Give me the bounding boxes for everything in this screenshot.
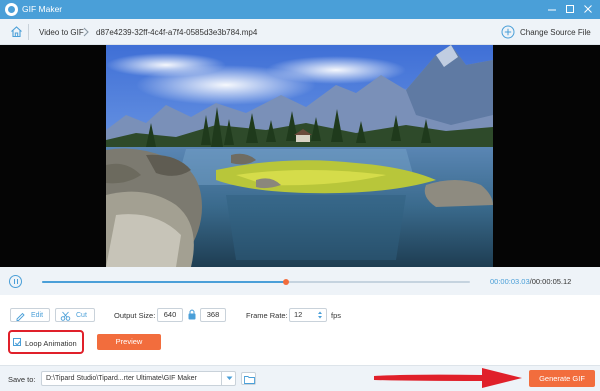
fps-label: fps <box>331 311 342 320</box>
chevron-right-icon <box>82 26 90 40</box>
seek-bar[interactable] <box>42 279 470 285</box>
lock-icon <box>188 309 196 320</box>
seek-progress <box>42 281 286 283</box>
loop-animation-checkbox[interactable] <box>13 338 22 346</box>
red-arrow-icon <box>372 365 524 391</box>
title-bar: GIF Maker <box>0 0 600 19</box>
plus-circle-icon <box>501 25 515 39</box>
edit-label: Edit <box>31 312 44 319</box>
save-path-field[interactable]: D:\Tipard Studio\Tipard...rter Ultimate\… <box>41 371 236 386</box>
chevron-down-icon <box>226 376 233 380</box>
edit-button[interactable]: Edit <box>10 308 50 322</box>
maximize-icon <box>566 5 574 13</box>
open-folder-button[interactable] <box>241 372 256 385</box>
video-preview-area <box>0 45 600 267</box>
close-button[interactable] <box>579 0 597 19</box>
cut-label: Cut <box>76 312 87 319</box>
divider <box>28 24 29 40</box>
frame-rate-label: Frame Rate: <box>246 311 288 320</box>
breadcrumb: Video to GIF d87e4239-32ff-4c4f-a7f4-058… <box>0 19 600 45</box>
current-time: 00:00:03.03 <box>490 277 530 286</box>
close-icon <box>584 5 592 13</box>
change-source-label: Change Source File <box>520 28 591 37</box>
preview-button[interactable]: Preview <box>97 334 161 350</box>
save-to-label: Save to: <box>8 375 36 384</box>
scissors-icon <box>60 311 71 321</box>
save-path-value: D:\Tipard Studio\Tipard...rter Ultimate\… <box>46 375 197 382</box>
maximize-button[interactable] <box>561 0 579 19</box>
playback-bar: 00:00:03.03/00:00:05.12 <box>0 267 600 295</box>
video-frame <box>106 45 493 267</box>
path-dropdown-button[interactable] <box>221 372 236 385</box>
seek-handle[interactable] <box>282 279 289 285</box>
home-icon <box>11 26 22 38</box>
checkmark-icon <box>14 340 22 346</box>
app-icon <box>5 3 18 16</box>
breadcrumb-file: d87e4239-32ff-4c4f-a7f4-0585d3e3b784.mp4 <box>96 28 258 37</box>
edit-icon <box>16 312 25 321</box>
time-display: 00:00:03.03/00:00:05.12 <box>490 277 571 286</box>
width-input[interactable]: 640 <box>157 308 183 322</box>
cut-button[interactable]: Cut <box>55 308 95 322</box>
frame-rate-stepper[interactable]: 12 <box>289 308 327 322</box>
breadcrumb-section[interactable]: Video to GIF <box>39 28 84 37</box>
stepper-arrows-icon[interactable] <box>317 310 323 320</box>
height-input[interactable]: 368 <box>200 308 226 322</box>
folder-icon <box>244 376 255 384</box>
video-landscape-image <box>106 45 493 267</box>
frame-rate-value: 12 <box>294 310 303 319</box>
generate-gif-button[interactable]: Generate GIF <box>529 370 595 387</box>
minimize-icon <box>548 9 556 11</box>
window-title: GIF Maker <box>22 4 63 14</box>
pause-button[interactable] <box>9 275 22 288</box>
loop-animation-label[interactable]: Loop Animation <box>25 339 77 348</box>
output-size-label: Output Size: <box>114 311 156 320</box>
home-button[interactable] <box>10 25 23 40</box>
lock-aspect-button[interactable] <box>187 308 197 323</box>
minimize-button[interactable] <box>543 0 561 19</box>
total-time: 00:00:05.12 <box>531 277 572 286</box>
